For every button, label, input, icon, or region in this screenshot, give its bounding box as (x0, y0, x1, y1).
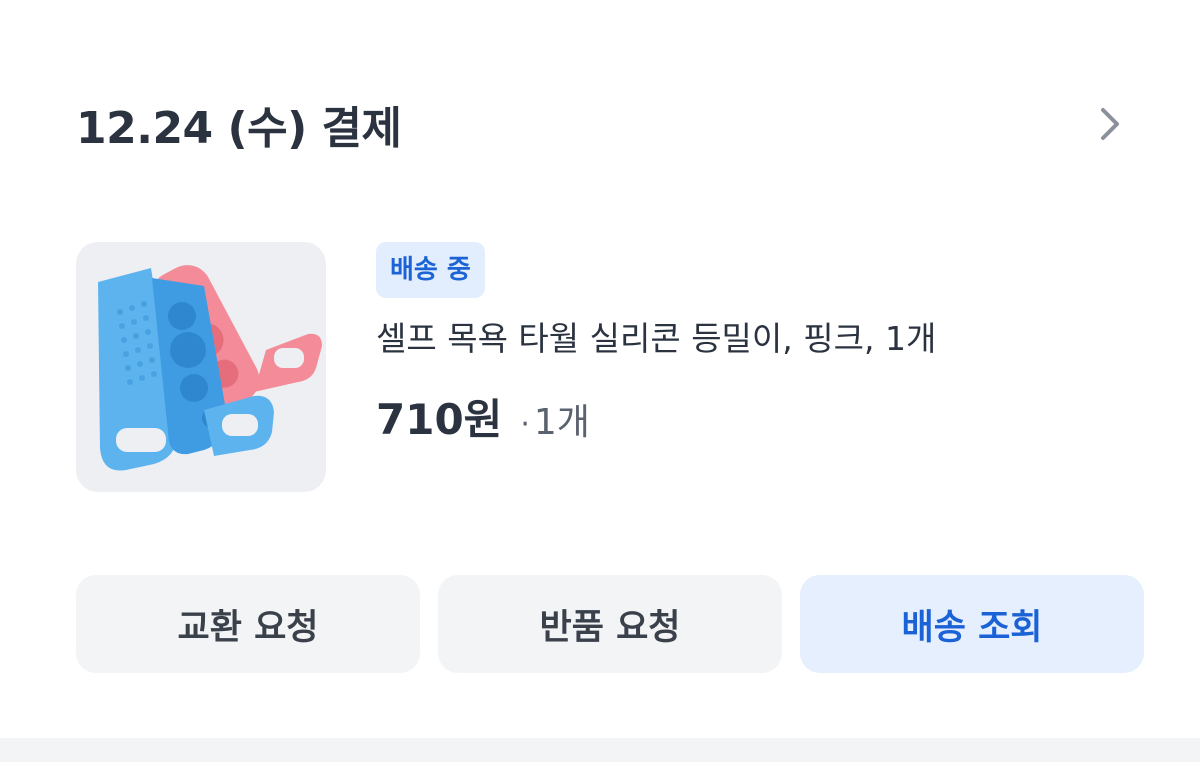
order-date-title: 12.24 (수) 결제 (76, 103, 402, 154)
product-quantity: · 1개 (520, 393, 590, 445)
order-header[interactable]: 12.24 (수) 결제 (76, 88, 1136, 160)
return-request-button[interactable]: 반품 요청 (438, 575, 782, 673)
product-thumbnail[interactable] (76, 242, 326, 492)
product-price: 710원 (376, 395, 503, 444)
shipping-status-badge: 배송 중 (376, 242, 485, 298)
price-row: 710원 · 1개 (376, 386, 1116, 447)
order-card: 12.24 (수) 결제 배송 중 셀프 목욕 타월 실리콘 등밀이, 핑크, … (0, 0, 1200, 738)
product-info: 배송 중 셀프 목욕 타월 실리콘 등밀이, 핑크, 1개 710원 · 1개 (376, 242, 1116, 447)
product-row[interactable]: 배송 중 셀프 목욕 타월 실리콘 등밀이, 핑크, 1개 710원 · 1개 (76, 242, 1136, 492)
silicone-scrubber-image (98, 265, 322, 471)
exchange-request-button[interactable]: 교환 요청 (76, 575, 420, 673)
section-divider (0, 738, 1200, 762)
quantity-value: 1개 (533, 402, 590, 443)
track-delivery-button[interactable]: 배송 조회 (800, 575, 1144, 673)
order-actions: 교환 요청 반품 요청 배송 조회 (76, 575, 1144, 673)
product-name[interactable]: 셀프 목욕 타월 실리콘 등밀이, 핑크, 1개 (376, 316, 1116, 362)
quantity-separator: · (520, 407, 530, 442)
chevron-right-icon[interactable] (1088, 102, 1132, 146)
